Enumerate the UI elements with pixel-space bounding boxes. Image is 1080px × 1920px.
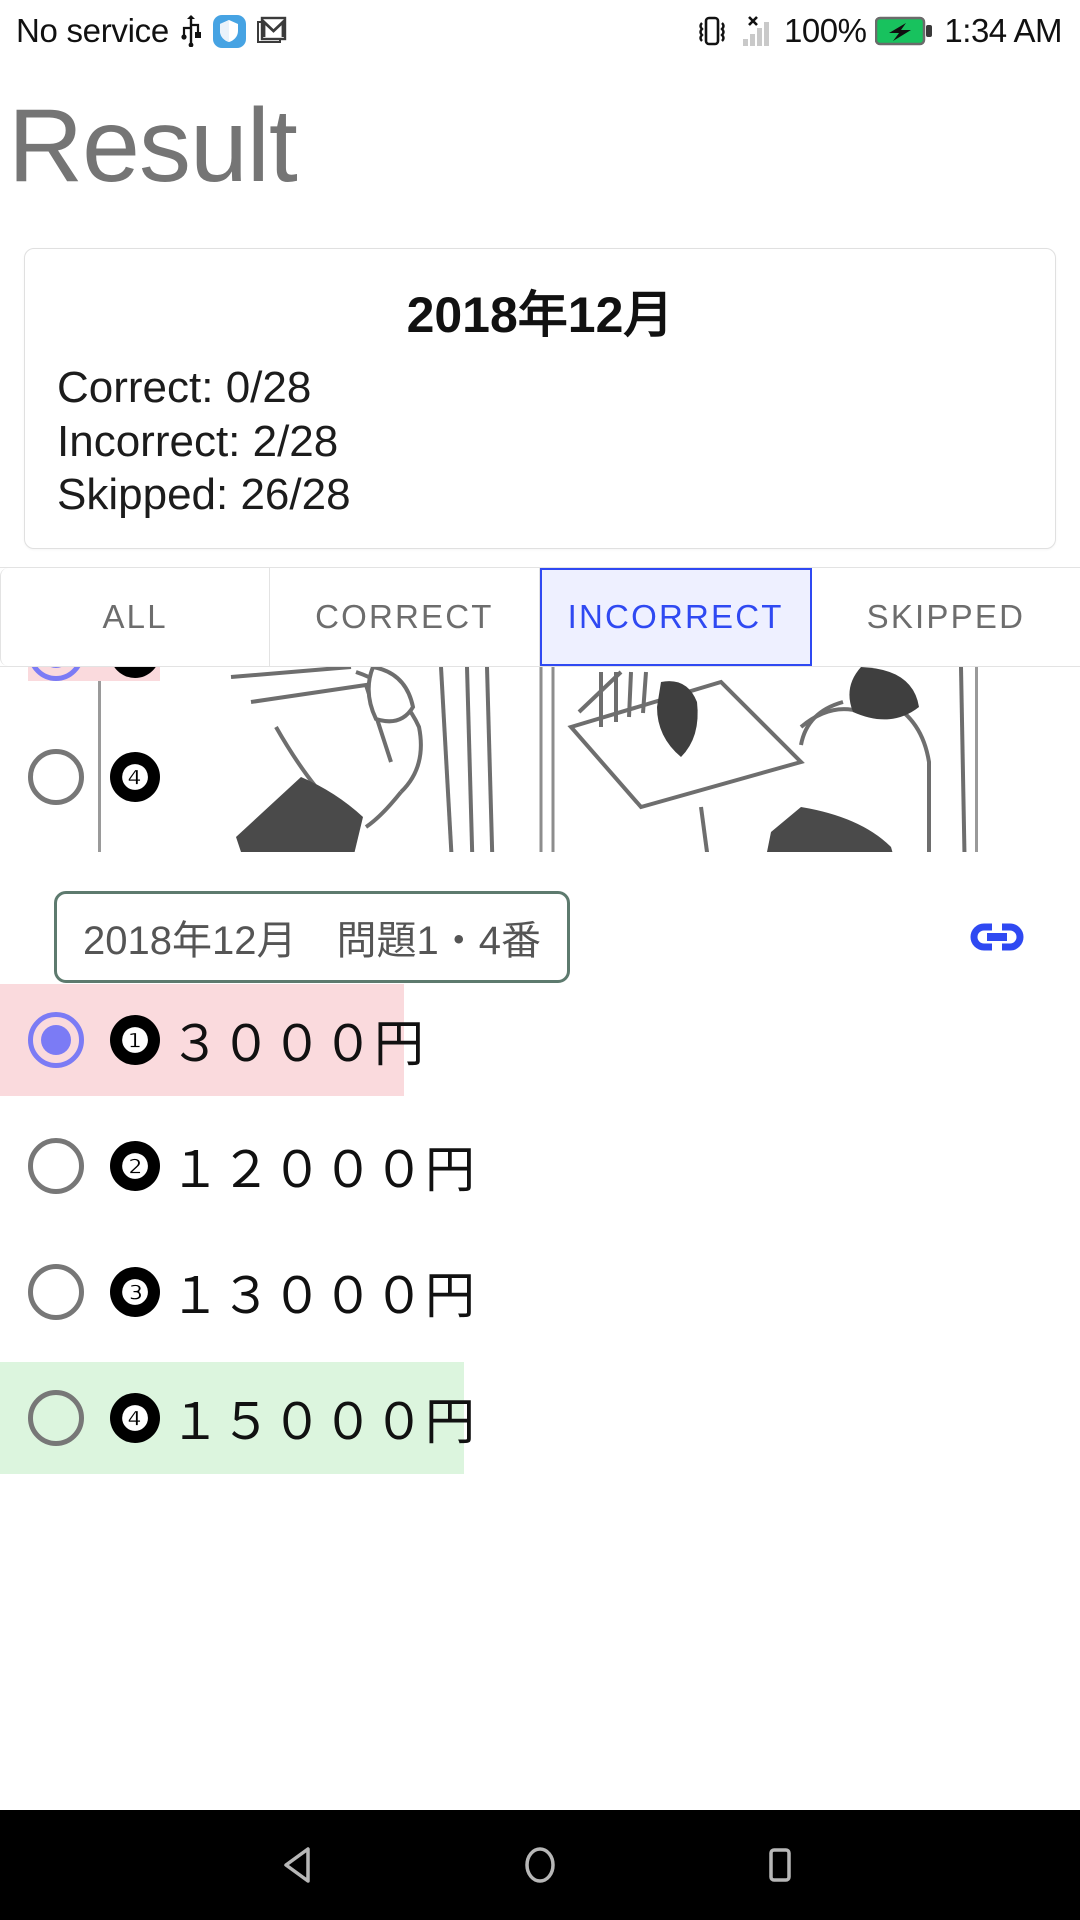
answer-option-2[interactable]: ❷ １２０００円 <box>0 1110 1080 1222</box>
results-scroll-area[interactable]: ❸ ❹ 2018年12月 問題1・4番 ❶ <box>0 667 1080 1810</box>
question-tag-label: 2018年12月 問題1・4番 <box>54 891 570 984</box>
option-number-badge: ❶ <box>110 1015 160 1066</box>
signal-no-service-icon <box>739 15 775 47</box>
summary-correct-line: Correct: 0/28 <box>57 363 312 412</box>
battery-charging-icon <box>875 15 933 47</box>
usb-icon <box>180 15 202 47</box>
android-navigation-bar <box>0 1810 1080 1920</box>
tab-correct[interactable]: CORRECT <box>270 568 540 667</box>
clock-label: 1:34 AM <box>944 12 1062 49</box>
status-bar-right: 100% 1:34 AM <box>694 12 1062 50</box>
previous-option-4[interactable]: ❹ <box>28 749 160 806</box>
tab-incorrect[interactable]: INCORRECT <box>539 568 812 667</box>
summary-card-wrapper: 2018年12月 Correct: 0/28 Incorrect: 2/28 S… <box>0 230 1080 550</box>
summary-incorrect-line: Incorrect: 2/28 <box>57 416 339 466</box>
page-title: Result <box>8 88 298 204</box>
link-icon[interactable] <box>968 917 1026 957</box>
radio-selected-icon[interactable] <box>28 667 84 682</box>
shield-icon <box>212 14 246 48</box>
status-bar: No service 100% 1:34 AM <box>0 0 1080 62</box>
home-circle-icon[interactable] <box>510 1835 570 1895</box>
radio-selected-icon[interactable] <box>28 1012 84 1069</box>
question-illustration <box>98 667 978 853</box>
summary-skipped-line: Skipped: 26/28 <box>57 470 351 520</box>
vibrate-icon <box>694 14 730 48</box>
option-number-badge: ❹ <box>110 1393 160 1444</box>
carrier-label: No service <box>16 12 169 49</box>
summary-card: 2018年12月 Correct: 0/28 Incorrect: 2/28 S… <box>24 248 1056 550</box>
previous-question-partial: ❸ ❹ <box>0 667 1080 853</box>
recents-square-icon[interactable] <box>750 1835 810 1895</box>
radio-empty-icon[interactable] <box>28 1390 84 1447</box>
gmail-icon <box>256 16 287 46</box>
battery-percent-label: 100% <box>784 12 867 49</box>
tab-skipped[interactable]: SKIPPED <box>811 568 1080 667</box>
radio-empty-icon[interactable] <box>28 749 84 806</box>
option-number-badge: ❷ <box>110 1141 160 1192</box>
tab-all[interactable]: ALL <box>0 568 271 667</box>
option-text: １５０００円 <box>170 1394 476 1451</box>
option-text: １２０００円 <box>170 1142 476 1199</box>
phone-screen: No service 100% 1:34 AM Result 2018年12月 … <box>0 0 1080 1920</box>
answer-option-3[interactable]: ❸ １３０００円 <box>0 1236 1080 1348</box>
previous-option-3[interactable]: ❸ <box>28 667 160 682</box>
radio-empty-icon[interactable] <box>28 1138 84 1195</box>
question-tag-row: 2018年12月 問題1・4番 <box>0 852 1080 984</box>
back-triangle-icon[interactable] <box>270 1835 330 1895</box>
option-number-badge: ❹ <box>110 752 160 803</box>
answer-option-1[interactable]: ❶ ３０００円 <box>0 984 424 1097</box>
filter-tab-group: ALL CORRECT INCORRECT SKIPPED <box>0 567 1080 668</box>
radio-empty-icon[interactable] <box>28 1264 84 1321</box>
status-bar-left: No service <box>16 12 287 50</box>
option-text: ３０００円 <box>170 1016 425 1073</box>
answer-option-4[interactable]: ❹ １５０００円 <box>0 1362 475 1475</box>
option-number-badge: ❸ <box>110 1267 160 1318</box>
option-text: １３０００円 <box>170 1268 476 1325</box>
summary-card-title: 2018年12月 <box>406 287 674 343</box>
option-number-badge: ❸ <box>110 667 160 679</box>
answer-options-list: ❶ ３０００円 ❷ １２０００円 ❸ １３０００円 ❹ １５０００円 <box>0 980 1080 1475</box>
